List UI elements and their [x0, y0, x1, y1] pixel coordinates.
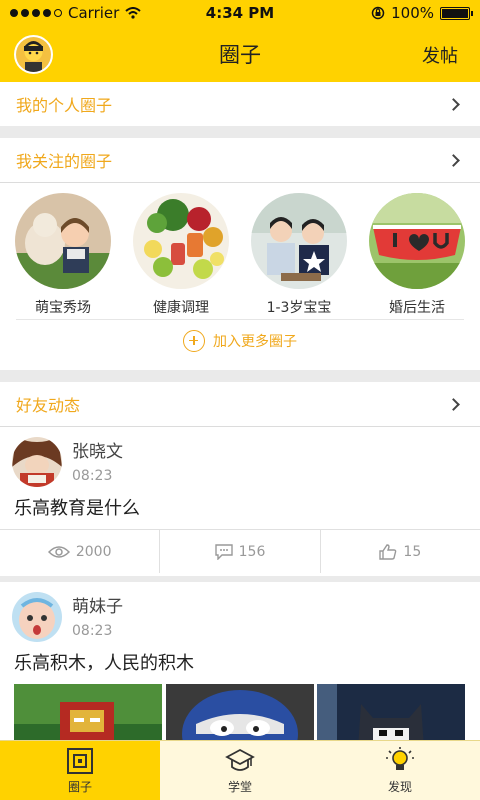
post-images [0, 684, 480, 740]
status-time: 4:34 PM [205, 4, 275, 22]
graduation-cap-icon [225, 748, 255, 771]
eye-icon [47, 545, 70, 558]
circle-item-cute-baby[interactable]: 萌宝秀场 [15, 193, 111, 319]
status-right: 100% [300, 4, 473, 22]
post-text[interactable]: 乐高积木，人民的积木 [0, 644, 480, 684]
battery-percent: 100% [391, 4, 434, 22]
post-meta: 萌妹子 08:23 [72, 592, 123, 644]
post-header[interactable]: 张晓文 08:23 [0, 427, 480, 489]
circle-item-health[interactable]: 健康调理 [133, 193, 229, 319]
tab-label: 发现 [387, 779, 412, 794]
views-stat: 2000 [0, 530, 161, 573]
add-more-circles-button[interactable]: 加入更多圈子 [16, 319, 464, 361]
circle-item-toddler[interactable]: 1-3岁宝宝 [251, 193, 347, 319]
circle-image [251, 193, 347, 289]
followed-circles-section: 我关注的圈子 萌宝秀场 健康调理 1-3岁宝宝 婚后生活 加入更多圈子 [0, 138, 480, 370]
page-title: 圈子 [219, 43, 261, 67]
circle-image [15, 193, 111, 289]
battery-icon [440, 6, 473, 20]
likes-stat[interactable]: 15 [321, 530, 480, 573]
post-meta: 张晓文 08:23 [72, 437, 123, 489]
carrier-label: Carrier [68, 4, 120, 22]
tab-discover[interactable]: 发现 [320, 741, 480, 800]
chevron-right-icon [447, 397, 460, 411]
followed-header[interactable]: 我关注的圈子 [0, 138, 480, 182]
comments-stat[interactable]: 156 [160, 530, 321, 573]
friends-label: 好友动态 [16, 396, 81, 415]
post-text[interactable]: 乐高教育是什么 [0, 489, 480, 529]
circle-image [369, 193, 465, 289]
friends-feed-section: 好友动态 张晓文 08:23 乐高教育是什么 2000 156 15 [0, 382, 480, 576]
likes-count: 15 [403, 543, 422, 560]
my-circle-label: 我的个人圈子 [16, 96, 113, 115]
circle-image [133, 193, 229, 289]
nav-bar: 圈子 发帖 [0, 26, 480, 82]
circle-label: 健康调理 [153, 300, 209, 316]
tab-label: 圈子 [67, 779, 92, 794]
lightbulb-icon [386, 746, 414, 770]
add-more-label: 加入更多圈子 [213, 333, 297, 350]
post-image[interactable] [14, 684, 163, 740]
post-image[interactable] [165, 684, 315, 740]
comments-count: 156 [238, 543, 266, 560]
tab-bar: 圈子 学堂 发现 [0, 740, 480, 800]
post-avatar[interactable] [12, 592, 62, 642]
post-author: 张晓文 [72, 442, 123, 462]
status-left: Carrier [10, 4, 180, 22]
circle-list: 萌宝秀场 健康调理 1-3岁宝宝 婚后生活 [0, 183, 480, 319]
circle-item-married-life[interactable]: 婚后生活 [369, 193, 465, 319]
circle-label: 萌宝秀场 [35, 300, 91, 316]
tab-label: 学堂 [227, 779, 252, 794]
signal-icon [10, 9, 62, 17]
friends-header[interactable]: 好友动态 [0, 382, 480, 426]
chevron-right-icon [447, 97, 460, 111]
post-author: 萌妹子 [72, 597, 123, 617]
post-avatar[interactable] [12, 437, 62, 487]
post-header[interactable]: 萌妹子 08:23 [0, 582, 480, 644]
post-stats: 2000 156 15 [0, 529, 480, 573]
wifi-icon [125, 7, 141, 19]
post-time: 08:23 [72, 468, 113, 484]
thumbs-up-icon [379, 543, 397, 560]
tab-circle[interactable]: 圈子 [0, 741, 160, 800]
tab-school[interactable]: 学堂 [160, 741, 320, 800]
views-count: 2000 [75, 543, 112, 560]
post-button[interactable]: 发帖 [422, 42, 458, 68]
friend-post-2: 萌妹子 08:23 乐高积木，人民的积木 [0, 582, 480, 740]
orientation-lock-icon [371, 6, 385, 20]
circle-tab-icon [67, 747, 93, 774]
followed-label: 我关注的圈子 [16, 152, 113, 171]
my-circle-row[interactable]: 我的个人圈子 [0, 82, 480, 126]
comment-icon [214, 543, 233, 560]
post-image[interactable] [317, 684, 466, 740]
circle-label: 1-3岁宝宝 [266, 300, 332, 316]
circle-label: 婚后生活 [389, 300, 445, 316]
status-bar: Carrier 4:34 PM 100% [0, 0, 480, 26]
chevron-right-icon [447, 153, 460, 167]
plus-circle-icon [183, 329, 205, 352]
user-avatar[interactable] [14, 35, 53, 74]
post-time: 08:23 [72, 623, 113, 639]
